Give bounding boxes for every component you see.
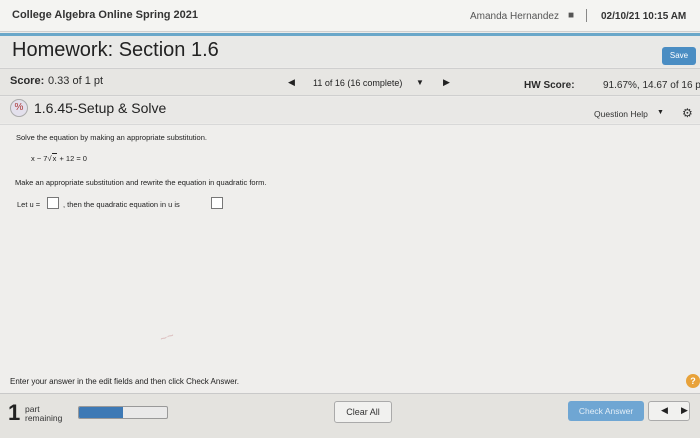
equation: x − 7√x + 12 = 0 (31, 153, 87, 163)
score-label: Score: (10, 75, 45, 87)
help-icon[interactable]: ? (686, 374, 700, 388)
question-help-button[interactable]: Question Help (594, 109, 648, 119)
substitution-prefix: Let u = (17, 200, 41, 209)
sqrt-icon: √ (47, 154, 52, 163)
person-icon: ■ (568, 10, 575, 21)
hw-score-value: 91.67%, 14.67 of 16 pts (603, 80, 700, 91)
question-progress[interactable]: 11 of 16 (16 complete) (313, 78, 402, 88)
partially-correct-icon: % (10, 99, 28, 117)
parts-label: part remaining (25, 404, 63, 423)
check-answer-button[interactable]: Check Answer (568, 401, 644, 421)
clear-all-button[interactable]: Clear All (334, 401, 392, 423)
course-title: College Algebra Online Spring 2021 (12, 9, 199, 21)
gear-icon[interactable]: ⚙ (682, 106, 693, 120)
save-button[interactable]: Save (662, 47, 696, 65)
score-value: 0.33 of 1 pt (48, 75, 104, 87)
divider (586, 9, 587, 22)
question-content (0, 124, 700, 386)
equation-radicand: x (51, 153, 58, 163)
next-question-icon[interactable]: ▶ (681, 405, 688, 416)
previous-question-icon[interactable]: ◀ (661, 405, 668, 416)
substitution-mid-text: , then the quadratic equation in u is (63, 200, 180, 209)
progress-fill (79, 407, 123, 418)
u-answer-input[interactable] (47, 197, 59, 209)
hint-text: Enter your answer in the edit fields and… (10, 377, 240, 386)
page-title: Homework: Section 1.6 (12, 39, 219, 61)
parts-count: 1 (8, 400, 21, 425)
previous-question-icon[interactable]: ◀ (288, 77, 295, 88)
progress-bar (78, 406, 168, 419)
instruction-text-2: Make an appropriate substitution and rew… (15, 178, 267, 187)
hw-score-label: HW Score: (524, 80, 575, 91)
equation-left: x − 7 (31, 154, 48, 163)
student-name: Amanda Hernandez (470, 11, 559, 22)
question-title: 1.6.45-Setup & Solve (34, 100, 167, 116)
chevron-down-icon[interactable]: ▼ (657, 109, 664, 116)
instruction-text: Solve the equation by making an appropri… (16, 133, 207, 142)
datetime: 02/10/21 10:15 AM (601, 11, 687, 22)
equation-right: + 12 = 0 (59, 154, 87, 163)
chevron-down-icon[interactable]: ▼ (416, 78, 424, 87)
next-question-icon[interactable]: ▶ (443, 77, 450, 88)
quadratic-answer-input[interactable] (211, 197, 223, 209)
